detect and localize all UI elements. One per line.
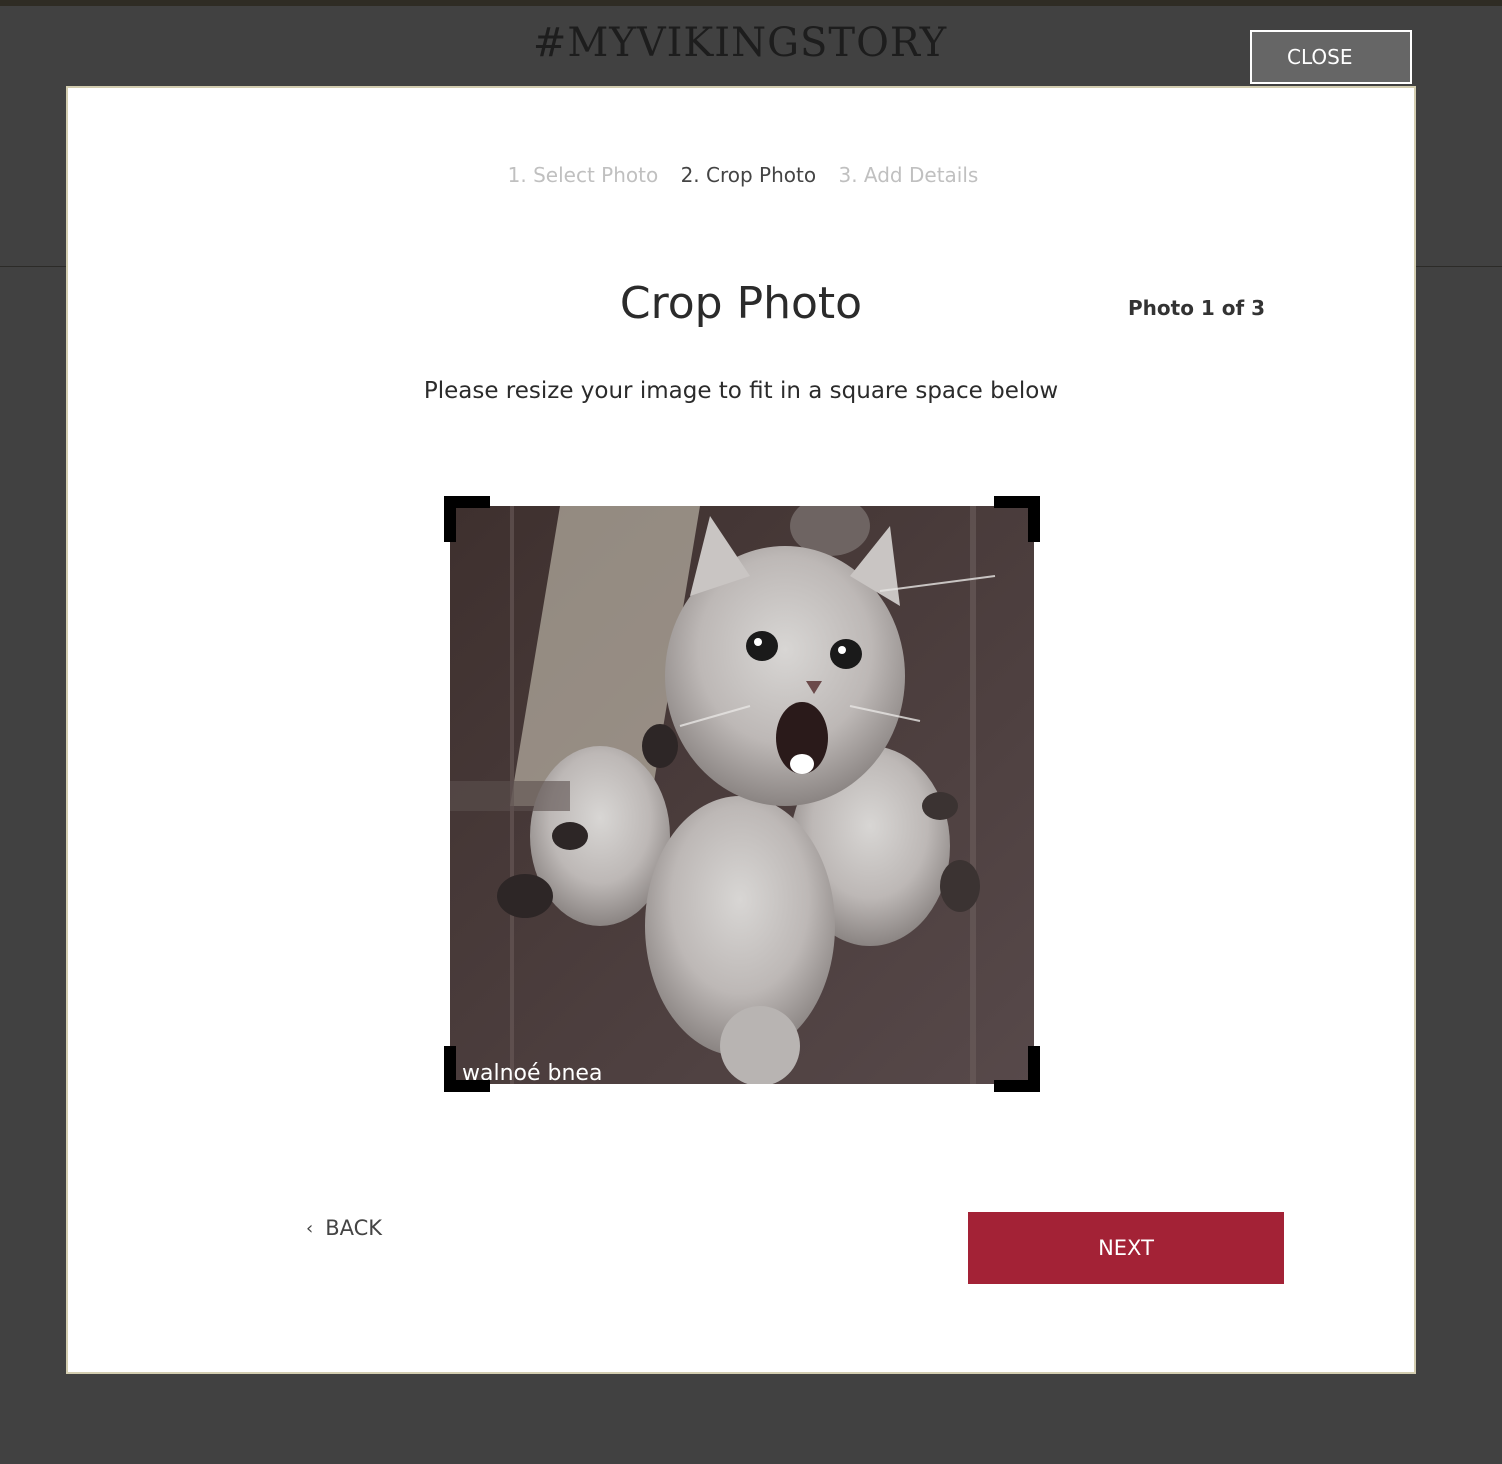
step-add-details: 3. Add Details: [838, 163, 979, 187]
back-label: BACK: [325, 1216, 383, 1240]
close-button[interactable]: CLOSE: [1250, 30, 1412, 84]
crop-photo-modal: 1. Select Photo 2. Crop Photo 3. Add Det…: [66, 86, 1416, 1374]
crop-handle-top-right[interactable]: [994, 496, 1040, 542]
photo-counter: Photo 1 of 3: [1128, 296, 1266, 320]
top-strip: [0, 0, 1502, 6]
crop-instructions: Please resize your image to fit in a squ…: [423, 378, 1059, 404]
crop-handle-bottom-right[interactable]: [994, 1046, 1040, 1092]
step-select-photo: 1. Select Photo: [507, 163, 659, 187]
next-button[interactable]: NEXT: [968, 1212, 1284, 1284]
crop-area[interactable]: walnoé bnea: [444, 496, 1040, 1092]
crop-handle-top-left[interactable]: [444, 496, 490, 542]
step-indicator: 1. Select Photo 2. Crop Photo 3. Add Det…: [68, 163, 1418, 187]
crop-handle-bottom-left[interactable]: [444, 1046, 490, 1092]
cat-photo-illustration: walnoé bnea: [450, 506, 1034, 1084]
photo-preview[interactable]: walnoé bnea: [450, 506, 1034, 1084]
chevron-left-icon: ‹: [306, 1217, 314, 1239]
step-crop-photo: 2. Crop Photo: [680, 163, 817, 187]
back-button[interactable]: ‹ BACK: [306, 1212, 382, 1244]
